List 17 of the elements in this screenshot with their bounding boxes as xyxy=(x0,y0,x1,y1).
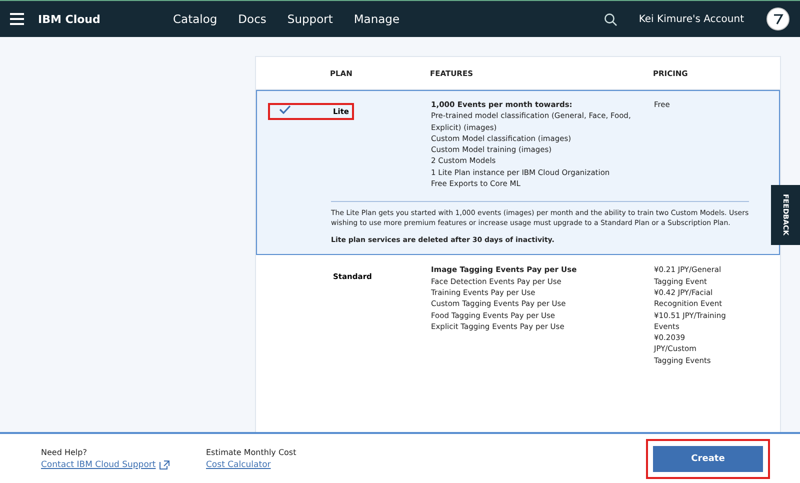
create-button[interactable]: Create xyxy=(653,446,763,472)
avatar-icon[interactable] xyxy=(766,7,790,31)
external-link-icon xyxy=(158,460,170,470)
nav-link[interactable]: Manage xyxy=(354,12,400,26)
estimate-label: Estimate Monthly Cost xyxy=(206,448,298,456)
support-link[interactable]: Contact IBM Cloud Support xyxy=(41,460,156,470)
checkmark-icon xyxy=(279,105,291,114)
nav-link[interactable]: Docs xyxy=(238,12,266,26)
brand-name[interactable]: IBM Cloud xyxy=(38,12,173,26)
account-menu[interactable]: Kei Kimure's Account xyxy=(638,14,744,24)
nav-link[interactable]: Support xyxy=(287,12,333,26)
search-icon[interactable] xyxy=(604,12,617,26)
selected-plan-row[interactable] xyxy=(256,90,780,256)
cost-calculator-link[interactable]: Cost Calculator xyxy=(206,460,371,470)
menu-icon[interactable] xyxy=(10,13,24,25)
nav-link[interactable]: Catalog xyxy=(173,12,218,26)
help-label: Need Help? xyxy=(41,448,88,456)
